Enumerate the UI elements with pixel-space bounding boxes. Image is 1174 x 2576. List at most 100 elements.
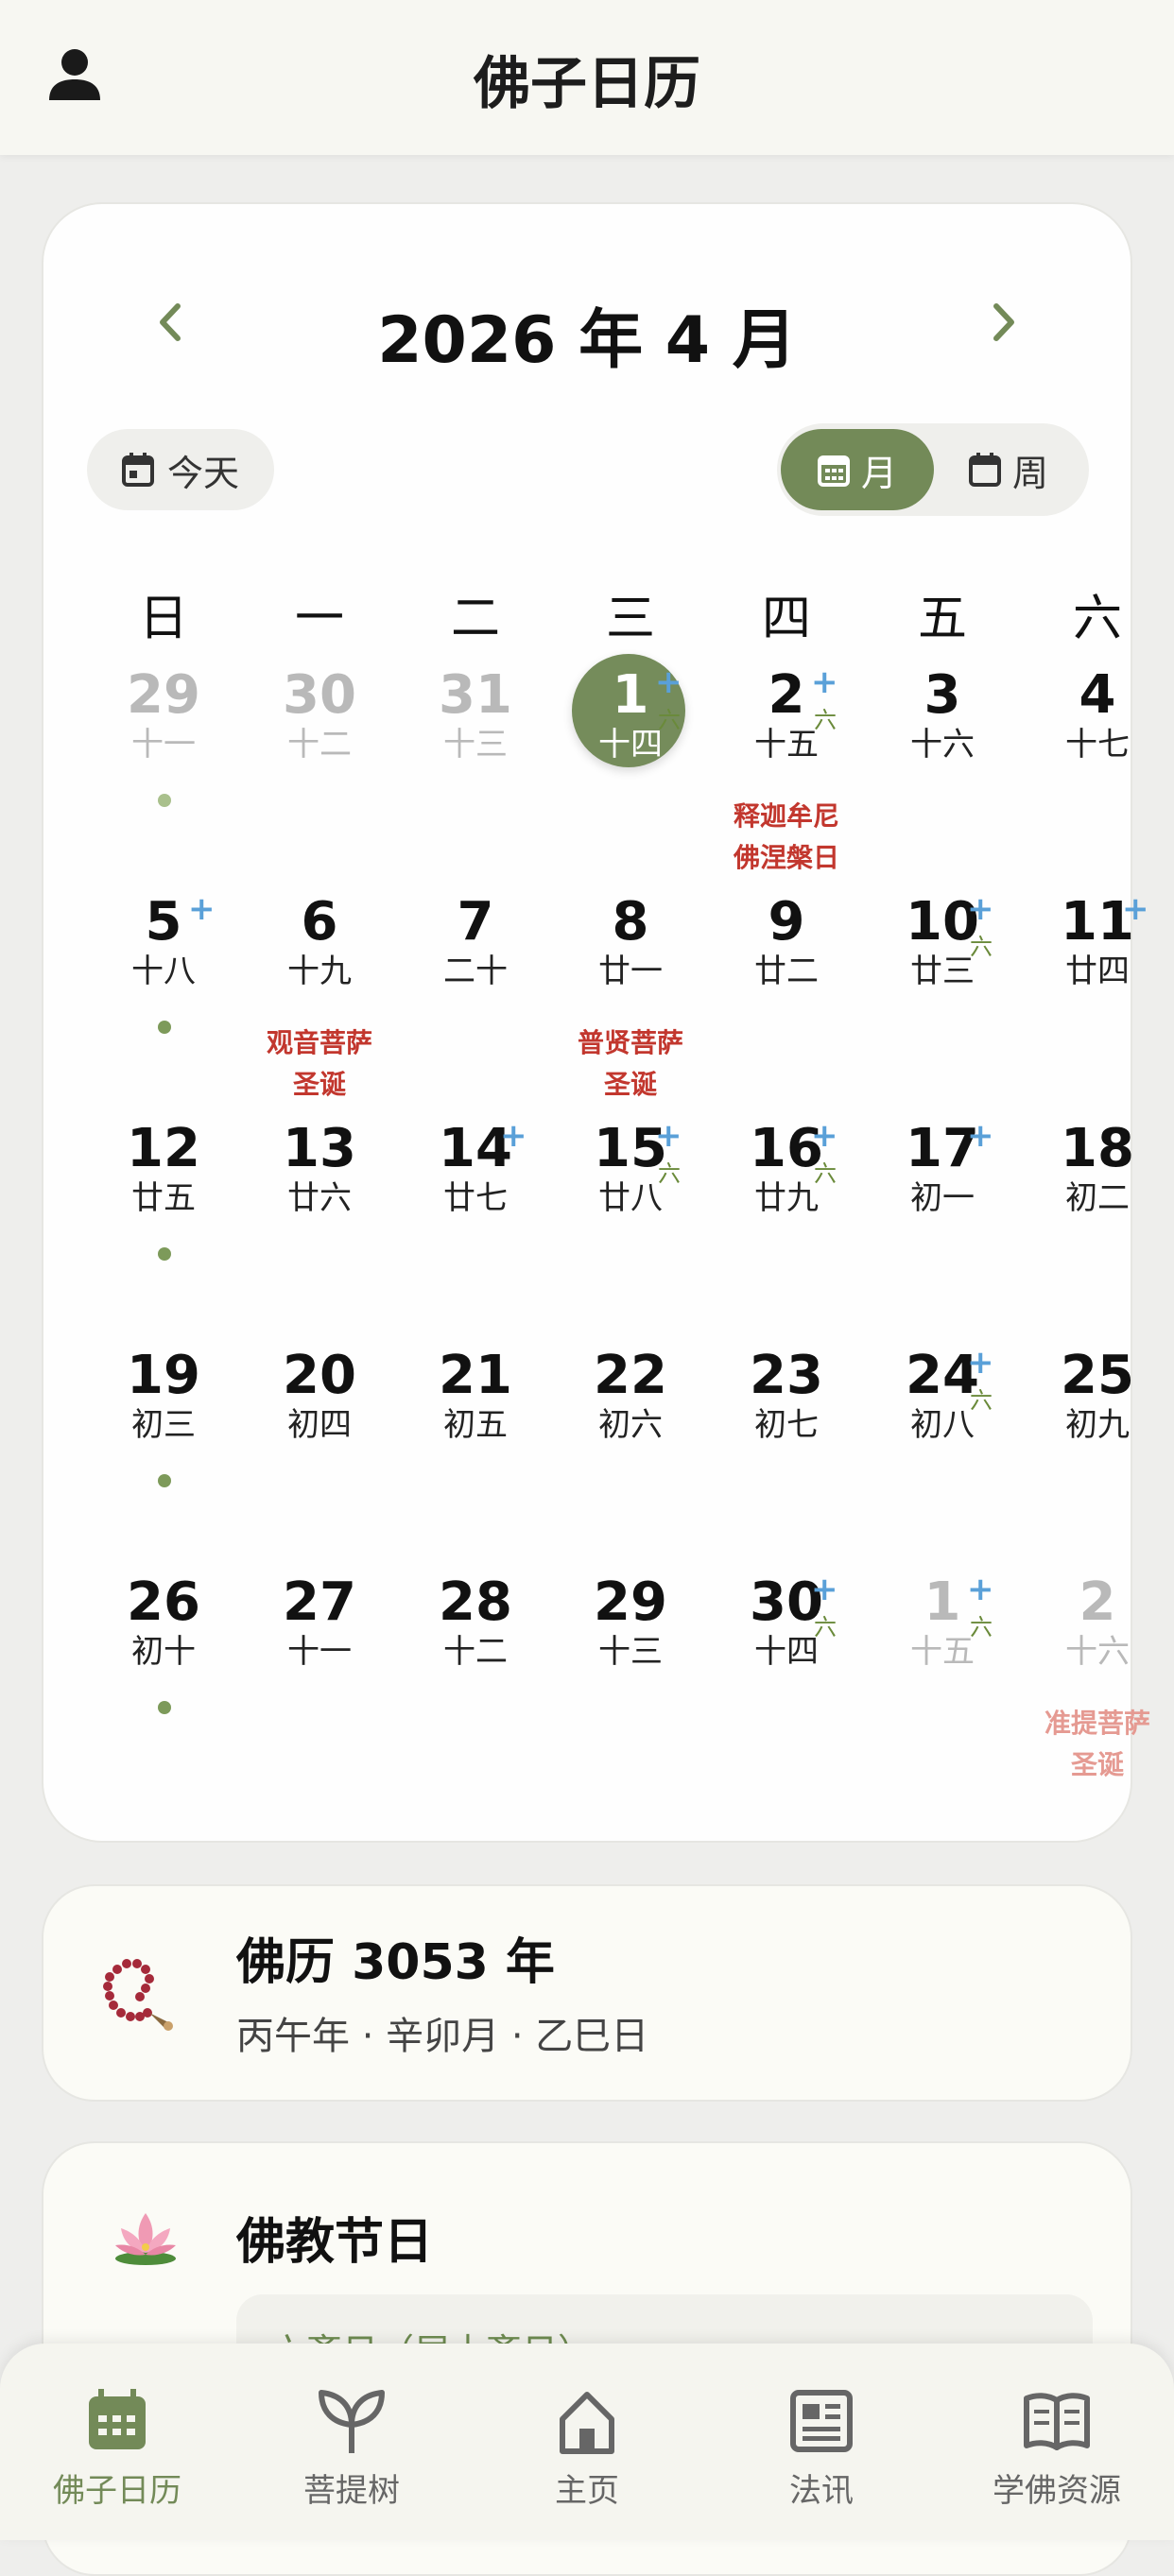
calendar-week-icon — [968, 453, 1001, 487]
book-icon — [1024, 2393, 1090, 2450]
tab-label: 学佛资源 — [993, 2472, 1121, 2510]
calendar-day[interactable]: 15 廿八 + 六 — [553, 1109, 708, 1336]
lunar-date: 廿八 — [598, 1179, 663, 1217]
festival-label-line: 圣诞 — [292, 1069, 346, 1100]
fasting-day-marker: 六 — [814, 1160, 837, 1187]
month-view-tab[interactable]: 月 — [781, 429, 934, 510]
calendar-day[interactable]: 4 十七 — [1020, 656, 1174, 883]
day-number: 22 — [594, 1345, 667, 1406]
lunar-date: 十一 — [131, 726, 196, 764]
prayer-beads-icon — [103, 1959, 173, 2031]
calendar-day[interactable]: 20 初四 — [242, 1336, 397, 1563]
plus-marker-icon: + — [967, 890, 994, 928]
tab-news[interactable]: 法讯 — [704, 2344, 939, 2540]
lunar-date: 廿四 — [1065, 953, 1130, 990]
weekday-label: 五 — [917, 591, 967, 647]
calendar-day[interactable]: 30 十四 + 六 — [709, 1563, 864, 1790]
lunar-date: 初七 — [754, 1406, 819, 1444]
calendar-day[interactable]: 9 廿二 — [709, 883, 864, 1109]
bottom-tab-bar: 佛子日历 菩提树 主页 法讯 学佛资源 — [0, 2344, 1174, 2540]
calendar-day[interactable]: 12 廿五 — [86, 1109, 241, 1336]
day-number: 5 — [145, 891, 182, 953]
today-button[interactable]: 今天 — [87, 429, 274, 510]
calendar-day[interactable]: 10 廿三 + 六 — [865, 883, 1020, 1109]
day-number: 16 — [750, 1118, 823, 1179]
calendar-day[interactable]: 30 十二 — [242, 656, 397, 883]
calendar-day[interactable]: 13 廿六 — [242, 1109, 397, 1336]
day-number: 30 — [283, 664, 356, 726]
tab-learning-resources[interactable]: 学佛资源 — [940, 2344, 1174, 2540]
weekday-label: 一 — [294, 591, 344, 647]
calendar-day[interactable]: 11 廿四 + — [1020, 883, 1174, 1109]
lunar-date: 十三 — [443, 726, 508, 764]
sprout-icon — [319, 2390, 385, 2453]
day-number: 24 — [906, 1345, 979, 1406]
calendar-day[interactable]: 24 初八 + 六 — [865, 1336, 1020, 1563]
plus-marker-icon: + — [811, 663, 838, 701]
lunar-date: 十六 — [1065, 1633, 1130, 1671]
calendar-day[interactable]: 29 十三 — [553, 1563, 708, 1790]
lunar-date: 廿七 — [443, 1179, 508, 1217]
page-title: 佛子日历 — [474, 51, 700, 117]
lunar-date: 廿二 — [754, 953, 819, 990]
calendar-day[interactable]: 5 十八 + — [86, 883, 241, 1109]
festivals-title: 佛教节日 — [236, 2214, 434, 2271]
day-number: 10 — [906, 891, 979, 953]
week-view-tab[interactable]: 周 — [932, 429, 1085, 510]
lunar-date: 初九 — [1065, 1406, 1130, 1444]
festival-label-line: 佛涅槃日 — [733, 842, 839, 873]
calendar-day[interactable]: 26 初十 — [86, 1563, 241, 1790]
lunar-date: 廿六 — [287, 1179, 352, 1217]
calendar-day[interactable]: 2 十六 准提菩萨 圣诞 — [1020, 1563, 1174, 1790]
calendar-day[interactable]: 27 十一 — [242, 1563, 397, 1790]
calendar-day[interactable]: 28 十二 — [398, 1563, 553, 1790]
calendar-day-today[interactable]: 1 十四 + 六 — [553, 654, 708, 883]
calendar-day[interactable]: 1 十五 + 六 — [865, 1563, 1020, 1790]
lunar-date: 初六 — [598, 1406, 663, 1444]
calendar-day[interactable]: 21 初五 — [398, 1336, 553, 1563]
lunar-date: 初八 — [910, 1406, 975, 1444]
calendar-day[interactable]: 18 初二 — [1020, 1109, 1174, 1336]
calendar-day[interactable]: 3 十六 — [865, 656, 1020, 883]
calendar-day[interactable]: 31 十三 — [398, 656, 553, 883]
calendar-day[interactable]: 16 廿九 + 六 — [709, 1109, 864, 1336]
calendar-day[interactable]: 22 初六 — [553, 1336, 708, 1563]
calendar-day[interactable]: 19 初三 — [86, 1336, 241, 1563]
lunar-date: 十五 — [754, 726, 819, 764]
day-number: 2 — [768, 664, 805, 726]
day-number: 17 — [906, 1118, 979, 1179]
festival-label: 准提菩萨 圣诞 — [1020, 1703, 1174, 1786]
lunar-date: 廿九 — [754, 1179, 819, 1217]
calendar-day[interactable]: 23 初七 — [709, 1336, 864, 1563]
calendar-day[interactable]: 8 廿一 普贤菩萨 圣诞 — [553, 883, 708, 1109]
lunar-date: 十四 — [598, 726, 663, 764]
day-number: 1 — [612, 664, 649, 726]
day-number: 21 — [439, 1345, 512, 1406]
calendar-day[interactable]: 25 初九 — [1020, 1336, 1174, 1563]
festival-label-line: 观音菩萨 — [266, 1027, 372, 1058]
calendar-day[interactable]: 2 十五 + 六释迦牟尼 佛涅槃日 — [709, 656, 864, 883]
fasting-day-marker: 六 — [970, 1614, 993, 1640]
next-month-button[interactable] — [970, 289, 1036, 355]
calendar-day[interactable]: 7 二十 — [398, 883, 553, 1109]
festival-label-line: 准提菩萨 — [1044, 1708, 1150, 1739]
plus-marker-icon: + — [967, 1571, 994, 1608]
buddhist-year-card[interactable]: 佛历 3053 年 丙午年 · 辛卯月 · 乙巳日 — [42, 1884, 1132, 2102]
fasting-day-marker: 六 — [814, 1614, 837, 1640]
calendar-day[interactable]: 17 初一 + — [865, 1109, 1020, 1336]
day-number: 28 — [439, 1571, 512, 1633]
day-number: 9 — [768, 891, 805, 953]
event-dot — [158, 1021, 171, 1034]
month-title: 2026 年 4 月 — [377, 303, 797, 378]
tab-home[interactable]: 主页 — [470, 2344, 704, 2540]
fasting-day-marker: 六 — [658, 707, 681, 733]
lunar-date: 初五 — [443, 1406, 508, 1444]
tab-buddhist-calendar[interactable]: 佛子日历 — [0, 2344, 234, 2540]
tab-bodhi-tree[interactable]: 菩提树 — [234, 2344, 469, 2540]
calendar-day[interactable]: 29 十一 — [86, 656, 241, 883]
calendar-day[interactable]: 6 十九 观音菩萨 圣诞 — [242, 883, 397, 1109]
calendar-day[interactable]: 14 廿七 + — [398, 1109, 553, 1336]
fasting-day-marker: 六 — [970, 934, 993, 960]
day-number: 19 — [127, 1345, 200, 1406]
plus-marker-icon: + — [811, 1571, 838, 1608]
